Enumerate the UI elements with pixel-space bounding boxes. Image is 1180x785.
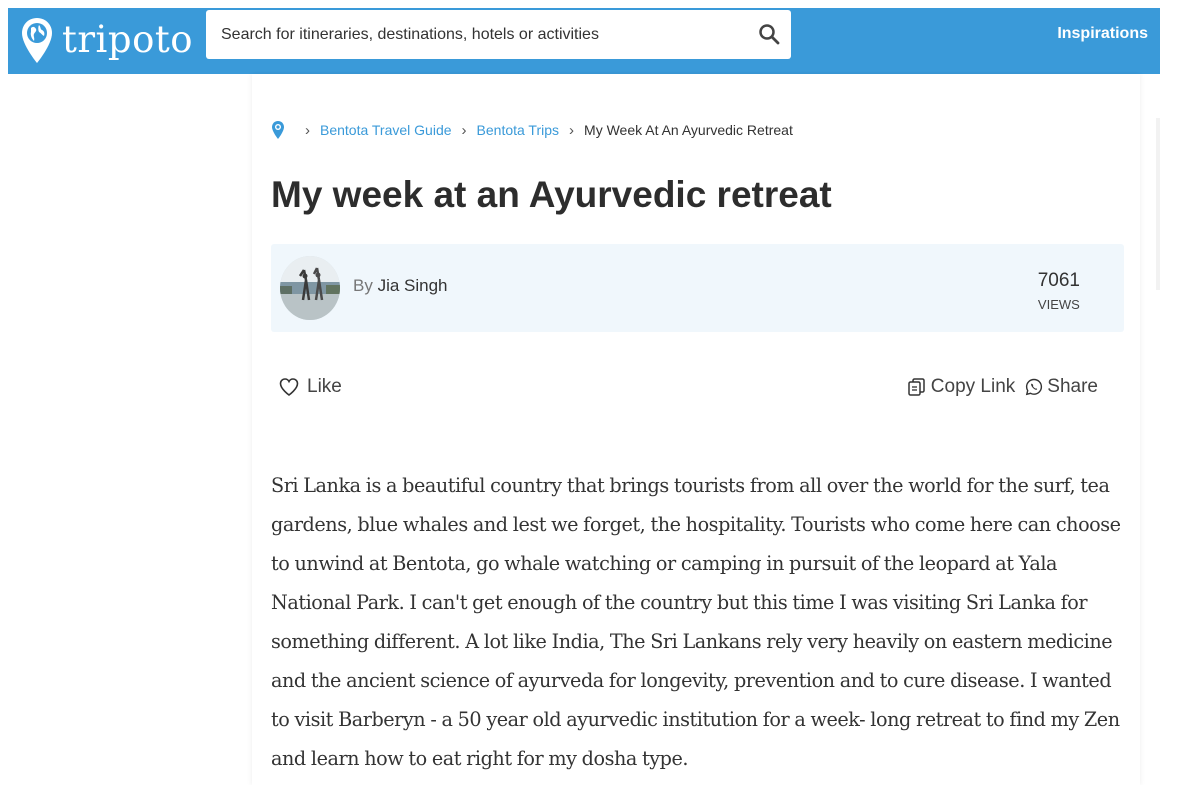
views-counter: 7061 VIEWS (1038, 269, 1080, 312)
avatar[interactable] (280, 256, 340, 320)
top-nav-bar: tripoto Inspirations (8, 8, 1160, 74)
chevron-right-icon: › (305, 121, 310, 139)
copy-link-label: Copy Link (930, 376, 1016, 397)
breadcrumb-link-trips[interactable]: Bentota Trips (477, 122, 560, 138)
chevron-right-icon: › (569, 121, 575, 139)
author-info-box: By Jia Singh 7061 VIEWS (271, 244, 1124, 332)
nav-inspirations-link[interactable]: Inspirations (1057, 8, 1148, 60)
share-label: Share (1047, 376, 1098, 397)
article-body: Sri Lanka is a beautiful country that br… (271, 474, 1121, 770)
breadcrumb-current: My Week At An Ayurvedic Retreat (584, 122, 793, 138)
location-pin-globe-icon (22, 18, 52, 63)
like-button[interactable]: Like (279, 376, 342, 398)
share-button[interactable]: Share (1025, 376, 1098, 398)
avatar-photo (280, 256, 340, 320)
author-byline: By Jia Singh (353, 276, 448, 296)
like-label: Like (307, 376, 342, 397)
copy-icon (908, 378, 925, 396)
author-prefix: By (353, 276, 373, 295)
breadcrumb: › Bentota Travel Guide › Bentota Trips ›… (271, 119, 793, 141)
right-edge-panel (1156, 118, 1160, 290)
search-icon[interactable] (757, 22, 781, 46)
heart-icon (279, 378, 299, 396)
whatsapp-icon (1026, 378, 1043, 396)
author-name[interactable]: Jia Singh (378, 276, 448, 295)
breadcrumb-link-travel-guide[interactable]: Bentota Travel Guide (320, 122, 452, 138)
logo-text: tripoto (62, 17, 193, 61)
share-actions: Copy Link Share (907, 376, 1098, 398)
search-input[interactable] (219, 24, 743, 45)
views-count: 7061 (1037, 270, 1080, 291)
search-bar (206, 10, 791, 59)
views-label: VIEWS (1037, 297, 1080, 312)
location-pin-icon[interactable] (271, 120, 285, 140)
page-title: My week at an Ayurvedic retreat (271, 174, 832, 215)
chevron-right-icon: › (461, 121, 467, 139)
tripoto-logo[interactable]: tripoto (20, 8, 193, 74)
article-container: › Bentota Travel Guide › Bentota Trips ›… (252, 74, 1140, 785)
copy-link-button[interactable]: Copy Link (907, 376, 1016, 398)
